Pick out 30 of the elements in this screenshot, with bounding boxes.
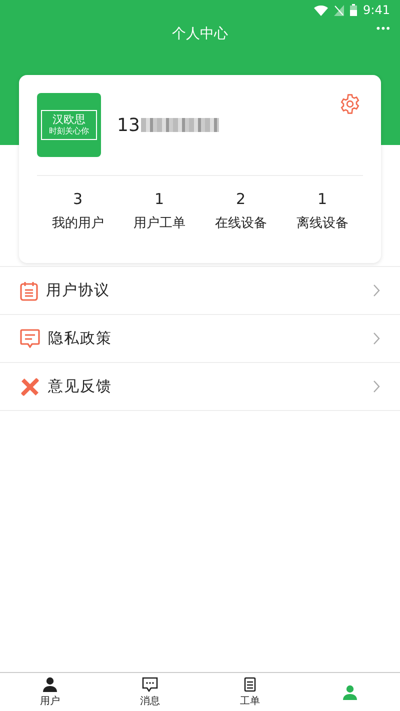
settings-icon[interactable] xyxy=(339,93,361,115)
wifi-icon xyxy=(314,4,328,16)
stat-value: 1 xyxy=(317,190,328,208)
message-icon xyxy=(20,329,40,348)
tab[interactable]: 工单 xyxy=(200,673,300,711)
document-icon xyxy=(244,676,256,692)
person-icon xyxy=(343,684,357,700)
stat-value: 2 xyxy=(236,190,246,208)
no-signal-icon xyxy=(334,4,344,16)
battery-icon xyxy=(350,4,358,16)
chevron-icon xyxy=(373,284,380,297)
chevron-icon xyxy=(373,332,380,345)
stat-label[interactable]: 离线设备 xyxy=(296,214,348,232)
stat-label[interactable]: 用户工单 xyxy=(133,214,186,232)
logo-slogan: 时刻关心你 xyxy=(49,127,89,136)
logo-name: 汉欧思 xyxy=(52,113,86,126)
tab[interactable]: 用户 xyxy=(0,673,100,711)
status-time: 9:41 xyxy=(363,3,390,17)
stat-value: 1 xyxy=(154,190,164,208)
chevron-icon xyxy=(373,380,380,393)
page-title: 个人中心 xyxy=(172,25,228,43)
clipboard-icon xyxy=(20,280,38,300)
stat-value: 3 xyxy=(72,190,83,208)
tab[interactable]: 消息 xyxy=(100,673,200,711)
person-icon xyxy=(43,676,57,692)
stat-label[interactable]: 我的用户 xyxy=(52,214,104,232)
phone-number: 13 xyxy=(117,114,140,136)
chat-icon xyxy=(142,676,158,692)
stat-label[interactable]: 在线设备 xyxy=(214,214,267,232)
menu-item[interactable]: 意见反馈 xyxy=(0,362,400,411)
